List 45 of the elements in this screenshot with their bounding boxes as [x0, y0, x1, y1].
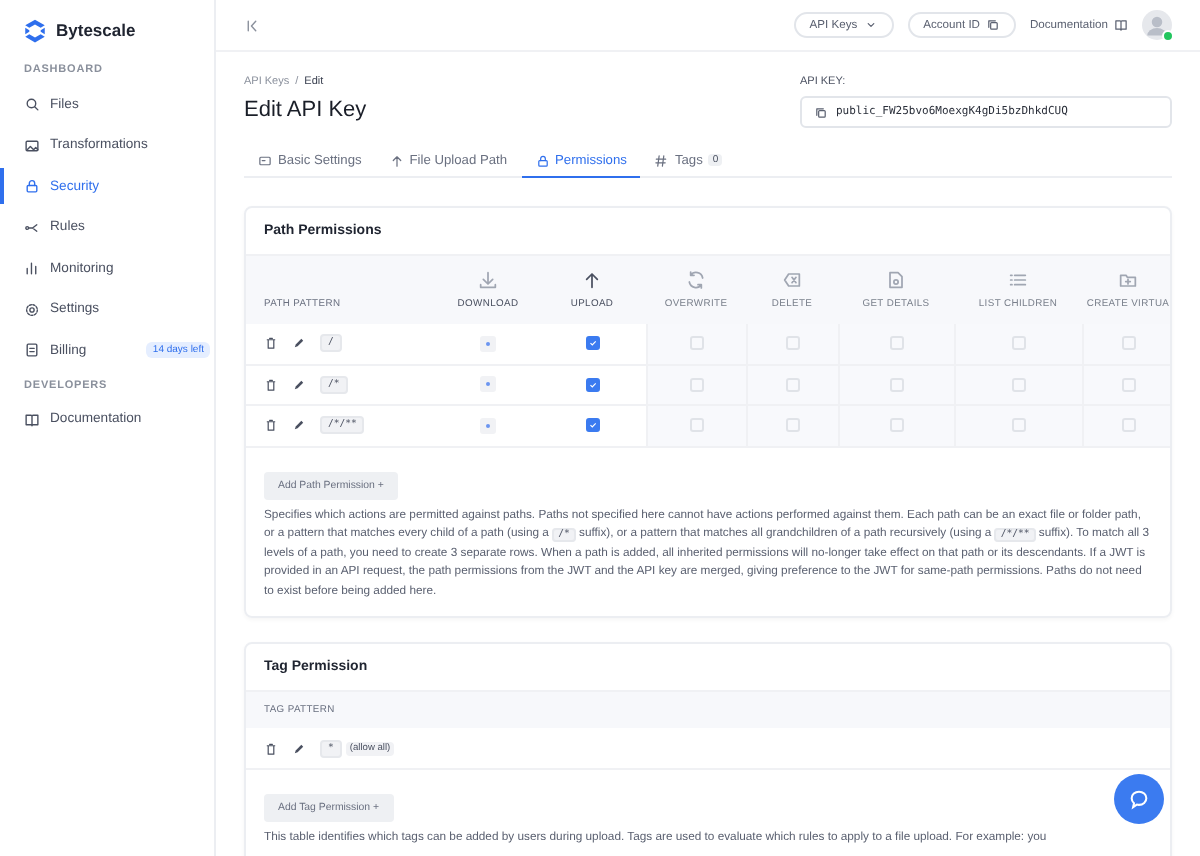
chat-icon [1128, 788, 1150, 810]
trash-icon[interactable] [264, 336, 278, 351]
trash-icon[interactable] [264, 741, 278, 756]
hash-icon [654, 153, 669, 167]
inherited-marker[interactable] [480, 417, 496, 434]
trash-icon[interactable] [264, 377, 278, 392]
pencil-icon[interactable] [292, 336, 306, 351]
pencil-icon[interactable] [292, 377, 306, 392]
up-arrow-icon [389, 153, 404, 167]
caret-icon [863, 18, 878, 32]
copy-icon[interactable] [814, 105, 828, 119]
pencil-icon[interactable] [292, 741, 306, 756]
trash-icon[interactable] [264, 418, 278, 433]
chat-button[interactable] [1114, 774, 1164, 824]
checkbox[interactable] [585, 377, 599, 392]
logo-icon [22, 17, 48, 43]
bar-chart-icon [24, 260, 40, 276]
avatar[interactable] [1142, 10, 1172, 40]
checkbox[interactable] [585, 418, 599, 433]
online-dot [1162, 30, 1174, 42]
book-icon [24, 411, 40, 427]
backspace-icon [782, 270, 802, 290]
book-icon [1114, 18, 1128, 32]
settings-icon [24, 301, 40, 317]
page-title: Edit API Key [244, 98, 367, 122]
list-icon [1008, 270, 1028, 290]
card-icon [258, 153, 272, 167]
image-icon [24, 137, 40, 153]
copy-icon [986, 18, 1000, 32]
logo-text: Bytescale [56, 20, 136, 40]
inherited-marker[interactable] [480, 376, 496, 393]
lock-icon [24, 178, 40, 194]
search-icon [24, 96, 40, 112]
inherited-marker[interactable] [480, 335, 496, 352]
collapse-icon[interactable] [244, 17, 260, 33]
share-icon [24, 219, 40, 235]
download-icon [478, 270, 498, 290]
refresh-icon [686, 270, 706, 290]
document-icon [24, 342, 40, 358]
lock-icon [535, 153, 550, 167]
folder-plus-icon [1118, 270, 1138, 290]
up-arrow-icon [582, 270, 602, 290]
pencil-icon[interactable] [292, 418, 306, 433]
checkbox[interactable] [585, 336, 599, 351]
document-icon [886, 270, 906, 290]
